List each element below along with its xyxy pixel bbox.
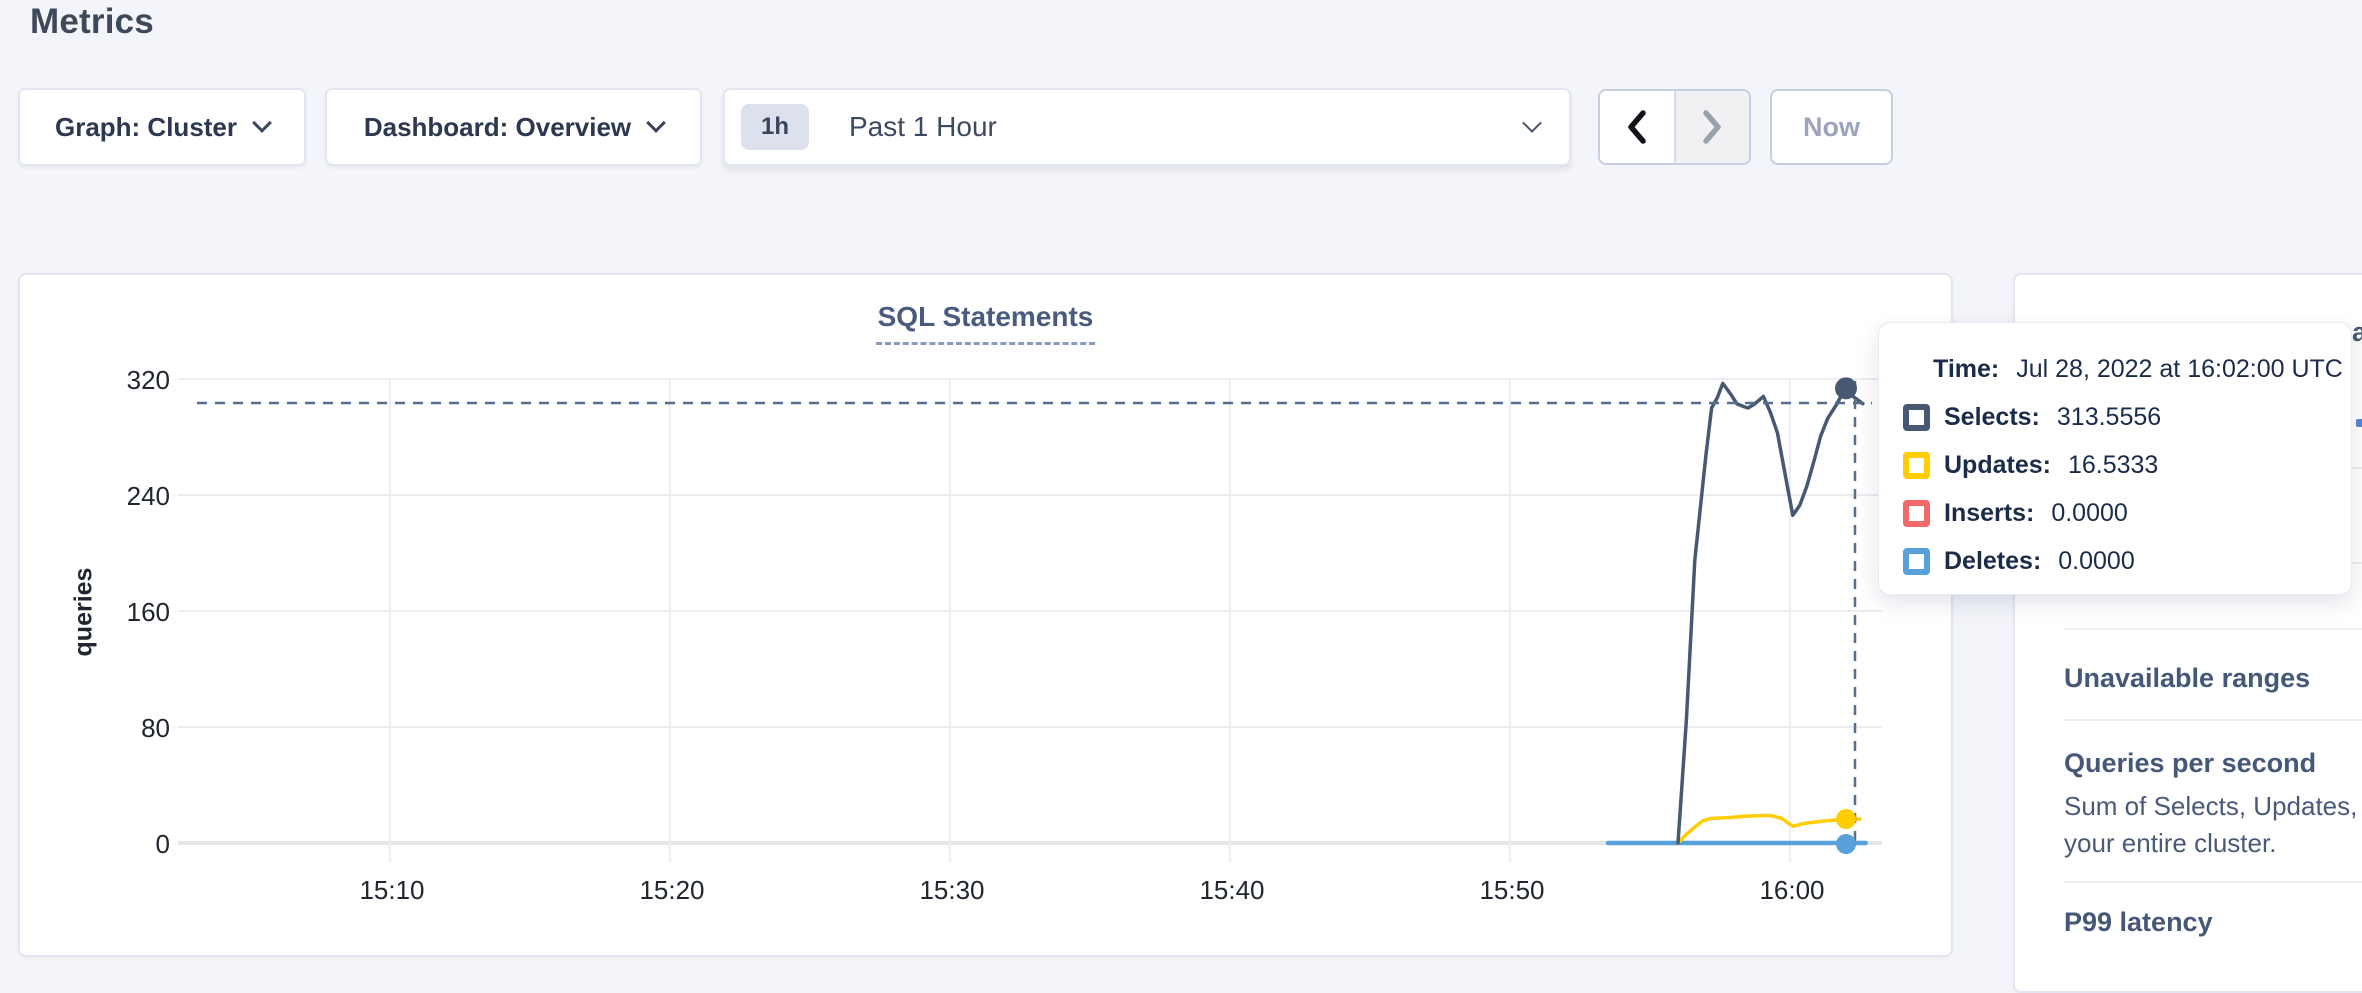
clipped-text-fragment: a xyxy=(2352,317,2362,348)
tooltip-series-value: 313.5556 xyxy=(2057,403,2161,432)
y-tick-label: 0 xyxy=(100,829,170,860)
time-range-badge: 1h xyxy=(741,104,809,150)
dashboard-dropdown[interactable]: Dashboard: Overview xyxy=(325,88,702,166)
deletes-legend-swatch xyxy=(1903,548,1930,575)
chevron-left-icon xyxy=(1626,110,1648,144)
y-tick-label: 160 xyxy=(100,597,170,628)
graph-dropdown[interactable]: Graph: Cluster xyxy=(18,88,306,166)
tooltip-series-value: 0.0000 xyxy=(2051,499,2127,528)
page-title: Metrics xyxy=(30,2,154,42)
tooltip-series-label: Updates: xyxy=(1944,451,2051,480)
inserts-legend-swatch xyxy=(1903,500,1930,527)
side-item-description-line2: your entire cluster. xyxy=(2064,828,2276,859)
time-nav-group xyxy=(1598,89,1751,165)
tooltip-row-inserts: Inserts: 0.0000 xyxy=(1903,497,2128,529)
dashboard-dropdown-label: Dashboard: Overview xyxy=(364,112,631,143)
tooltip-series-label: Deletes: xyxy=(1944,547,2041,576)
sql-statements-chart-card[interactable]: SQL Statements queries 0 80 160 240 320 15:10… xyxy=(18,273,1953,957)
tooltip-series-value: 16.5333 xyxy=(2068,451,2158,480)
updates-legend-swatch xyxy=(1903,452,1930,479)
chevron-right-icon xyxy=(1701,110,1723,144)
time-range-label: Past 1 Hour xyxy=(849,111,997,143)
x-tick-label: 15:40 xyxy=(1172,875,1292,906)
time-forward-button-disabled[interactable] xyxy=(1676,91,1750,163)
tooltip-row-updates: Updates: 16.5333 xyxy=(1903,449,2158,481)
time-range-select[interactable]: 1h Past 1 Hour xyxy=(723,88,1571,166)
y-axis-title: queries xyxy=(70,568,99,657)
chevron-down-icon xyxy=(1522,113,1542,133)
x-tick-label: 16:00 xyxy=(1732,875,1852,906)
y-tick-label: 320 xyxy=(100,365,170,396)
divider xyxy=(2064,719,2362,721)
tooltip-series-label: Inserts: xyxy=(1944,499,2034,528)
divider xyxy=(2064,628,2362,630)
tooltip-time-value: Jul 28, 2022 at 16:02:00 UTC xyxy=(2016,355,2343,384)
chart-title[interactable]: SQL Statements xyxy=(876,301,1096,345)
chart-hover-tooltip: Time: Jul 28, 2022 at 16:02:00 UTC Selec… xyxy=(1878,322,2352,595)
graph-dropdown-label: Graph: Cluster xyxy=(55,112,237,143)
side-item-p99-latency: P99 latency xyxy=(2064,907,2213,938)
x-tick-label: 15:50 xyxy=(1452,875,1572,906)
tooltip-row-selects: Selects: 313.5556 xyxy=(1903,401,2161,433)
x-tick-label: 15:30 xyxy=(892,875,1012,906)
clipped-link-fragment xyxy=(2356,419,2362,427)
chevron-down-icon xyxy=(646,113,666,133)
tooltip-series-value: 0.0000 xyxy=(2058,547,2134,576)
tooltip-series-label: Selects: xyxy=(1944,403,2040,432)
x-tick-label: 15:20 xyxy=(612,875,732,906)
chevron-down-icon xyxy=(252,113,272,133)
x-tick-label: 15:10 xyxy=(332,875,452,906)
side-item-unavailable-ranges: Unavailable ranges xyxy=(2064,663,2310,694)
selects-legend-swatch xyxy=(1903,404,1930,431)
tooltip-row-deletes: Deletes: 0.0000 xyxy=(1903,545,2135,577)
y-tick-label: 80 xyxy=(100,713,170,744)
tooltip-time-label: Time: xyxy=(1933,355,1999,384)
time-back-button[interactable] xyxy=(1600,91,1676,163)
divider xyxy=(2064,881,2362,883)
y-tick-label: 240 xyxy=(100,481,170,512)
side-item-queries-per-second: Queries per second xyxy=(2064,748,2316,779)
side-item-description-line1: Sum of Selects, Updates, Inser xyxy=(2064,791,2362,822)
now-button[interactable]: Now xyxy=(1770,89,1893,165)
